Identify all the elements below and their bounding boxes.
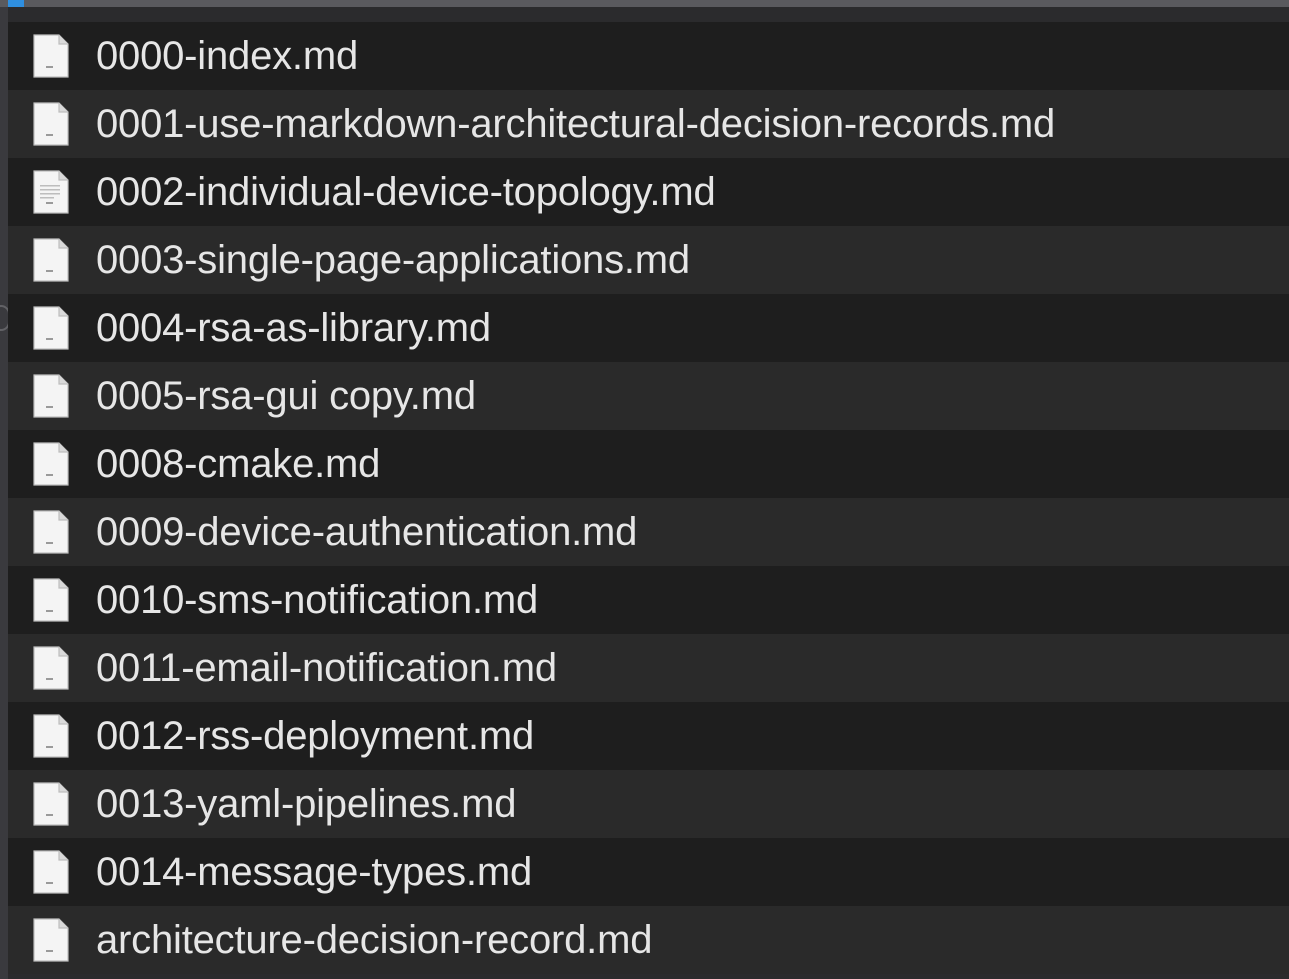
file-name: 0011-email-notification.md: [96, 646, 557, 690]
finder-window: 0000-index.md 0001-use-markdown-architec…: [0, 0, 1289, 979]
file-name: 0005-rsa-gui copy.md: [96, 374, 476, 418]
markdown-document-icon: [33, 510, 69, 554]
file-row[interactable]: architecture-decision-record.md: [8, 906, 1289, 974]
file-name: 0012-rss-deployment.md: [96, 714, 535, 758]
file-row[interactable]: 0001-use-markdown-architectural-decision…: [8, 90, 1289, 158]
file-row[interactable]: 0010-sms-notification.md: [8, 566, 1289, 634]
background-window-edge: [0, 7, 8, 979]
file-name: 0010-sms-notification.md: [96, 578, 539, 622]
file-name: 0008-cmake.md: [96, 442, 381, 486]
window-top-strip: [0, 0, 1289, 7]
file-row[interactable]: 0012-rss-deployment.md: [8, 702, 1289, 770]
markdown-document-icon: [33, 850, 69, 894]
file-row[interactable]: 0011-email-notification.md: [8, 634, 1289, 702]
markdown-document-icon: [33, 918, 69, 962]
file-row[interactable]: 0009-device-authentication.md: [8, 498, 1289, 566]
markdown-document-icon: [33, 306, 69, 350]
markdown-document-icon: [33, 646, 69, 690]
background-glyph: [0, 305, 8, 331]
file-row[interactable]: 0005-rsa-gui copy.md: [8, 362, 1289, 430]
file-name: 0000-index.md: [96, 34, 359, 78]
markdown-document-icon: [33, 102, 69, 146]
markdown-document-icon: [33, 238, 69, 282]
markdown-document-icon: [33, 170, 69, 214]
file-name: 0002-individual-device-topology.md: [96, 170, 716, 214]
file-row[interactable]: 0003-single-page-applications.md: [8, 226, 1289, 294]
file-name: 0001-use-markdown-architectural-decision…: [96, 102, 1056, 146]
file-name: 0014-message-types.md: [96, 850, 533, 894]
markdown-document-icon: [33, 442, 69, 486]
file-list: 0000-index.md 0001-use-markdown-architec…: [8, 22, 1289, 974]
file-name: architecture-decision-record.md: [96, 918, 653, 962]
file-name: 0013-yaml-pipelines.md: [96, 782, 517, 826]
file-row[interactable]: 0014-message-types.md: [8, 838, 1289, 906]
file-name: 0009-device-authentication.md: [96, 510, 638, 554]
selection-accent: [8, 0, 24, 7]
file-name: 0003-single-page-applications.md: [96, 238, 690, 282]
file-row[interactable]: 0008-cmake.md: [8, 430, 1289, 498]
markdown-document-icon: [33, 578, 69, 622]
file-name: 0004-rsa-as-library.md: [96, 306, 491, 350]
file-row[interactable]: 0000-index.md: [8, 22, 1289, 90]
file-row[interactable]: 0004-rsa-as-library.md: [8, 294, 1289, 362]
file-row[interactable]: 0013-yaml-pipelines.md: [8, 770, 1289, 838]
markdown-document-icon: [33, 34, 69, 78]
file-row[interactable]: 0002-individual-device-topology.md: [8, 158, 1289, 226]
markdown-document-icon: [33, 374, 69, 418]
markdown-document-icon: [33, 782, 69, 826]
markdown-document-icon: [33, 714, 69, 758]
